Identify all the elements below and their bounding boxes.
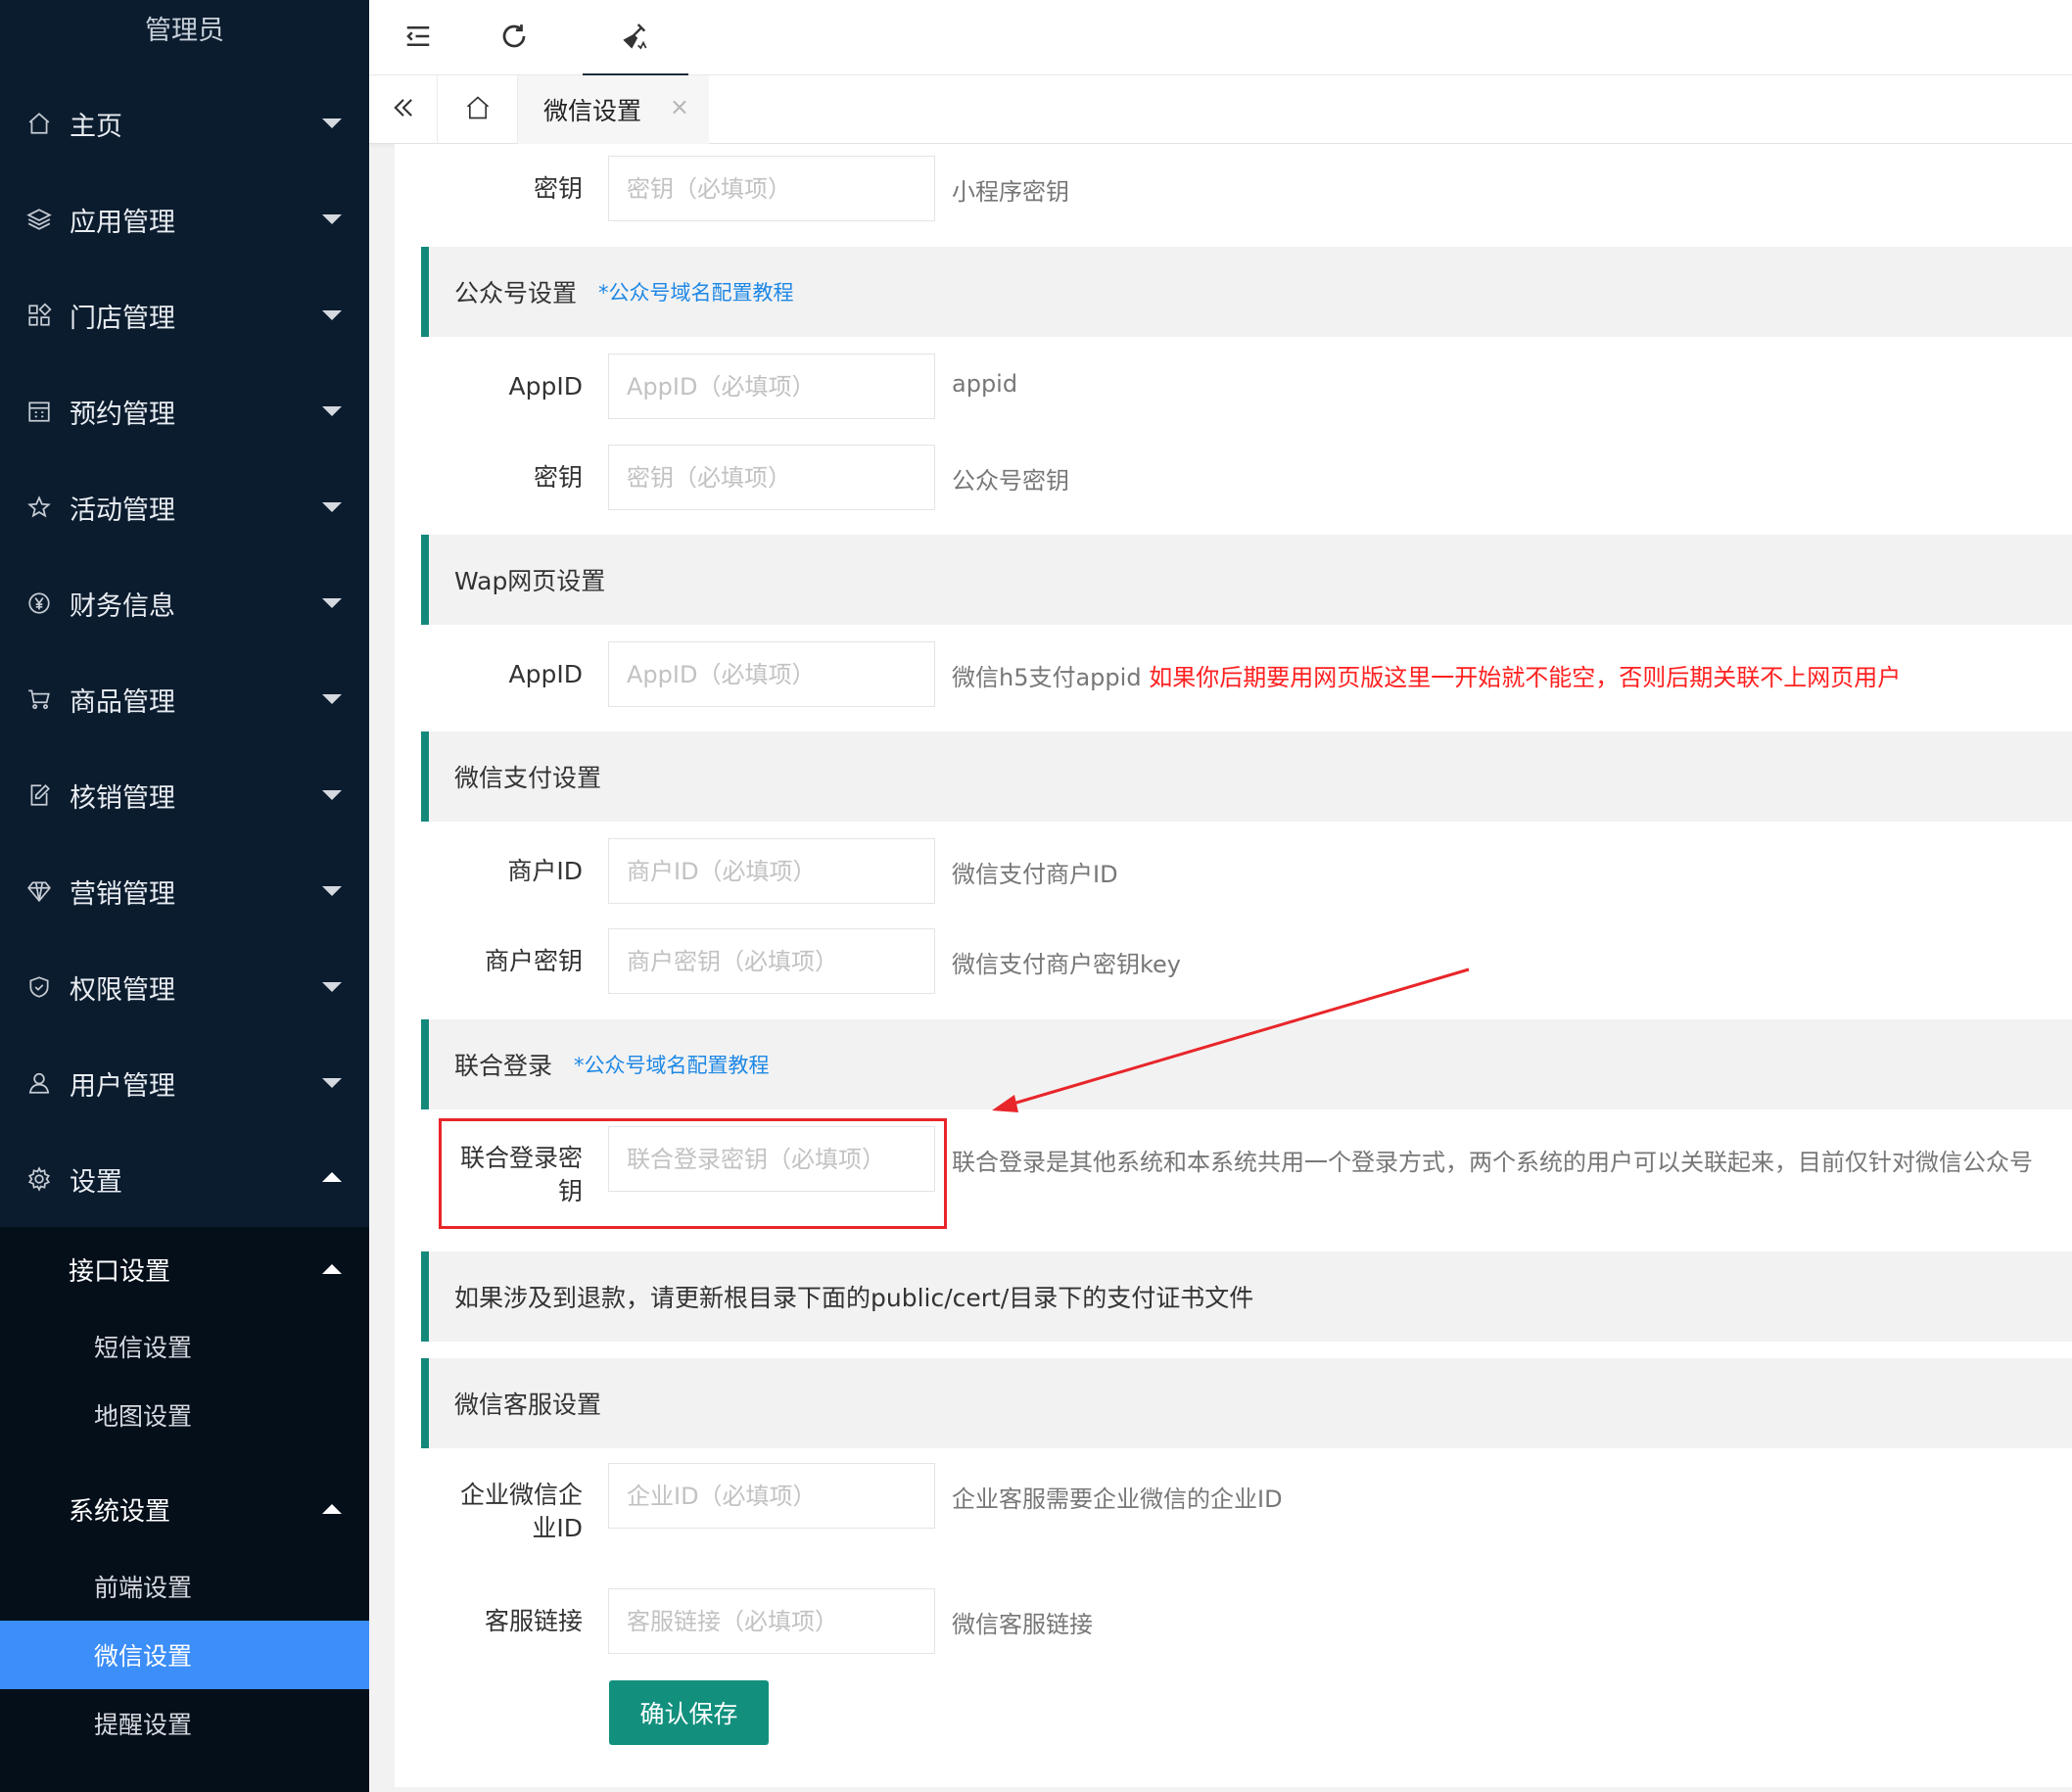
section-wechat-kefu: 微信客服设置: [421, 1358, 2072, 1448]
kefu-corpid-input[interactable]: [608, 1463, 935, 1529]
kefu-corpid-label: 企业微信企 业ID: [367, 1479, 583, 1545]
refund-notice-text: 如果涉及到退款，请更新根目录下面的public/cert/目录下的支付证书文件: [454, 1284, 1254, 1312]
section-title: 微信客服设置: [454, 1391, 602, 1419]
kefu-corpid-label-line1: 企业微信企: [459, 1481, 583, 1509]
save-button[interactable]: 确认保存: [609, 1680, 769, 1745]
refund-notice: 如果涉及到退款，请更新根目录下面的public/cert/目录下的支付证书文件: [421, 1251, 2072, 1342]
kefu-link-label: 客服链接: [484, 1607, 583, 1635]
annotation-arrow-icon: [992, 967, 1470, 1112]
kefu-corpid-hint: 企业客服需要企业微信的企业ID: [952, 1485, 1283, 1513]
kefu-link-hint: 微信客服链接: [952, 1611, 1093, 1638]
kefu-link-input[interactable]: [608, 1588, 935, 1654]
kefu-corpid-label-line2: 业ID: [532, 1514, 583, 1542]
